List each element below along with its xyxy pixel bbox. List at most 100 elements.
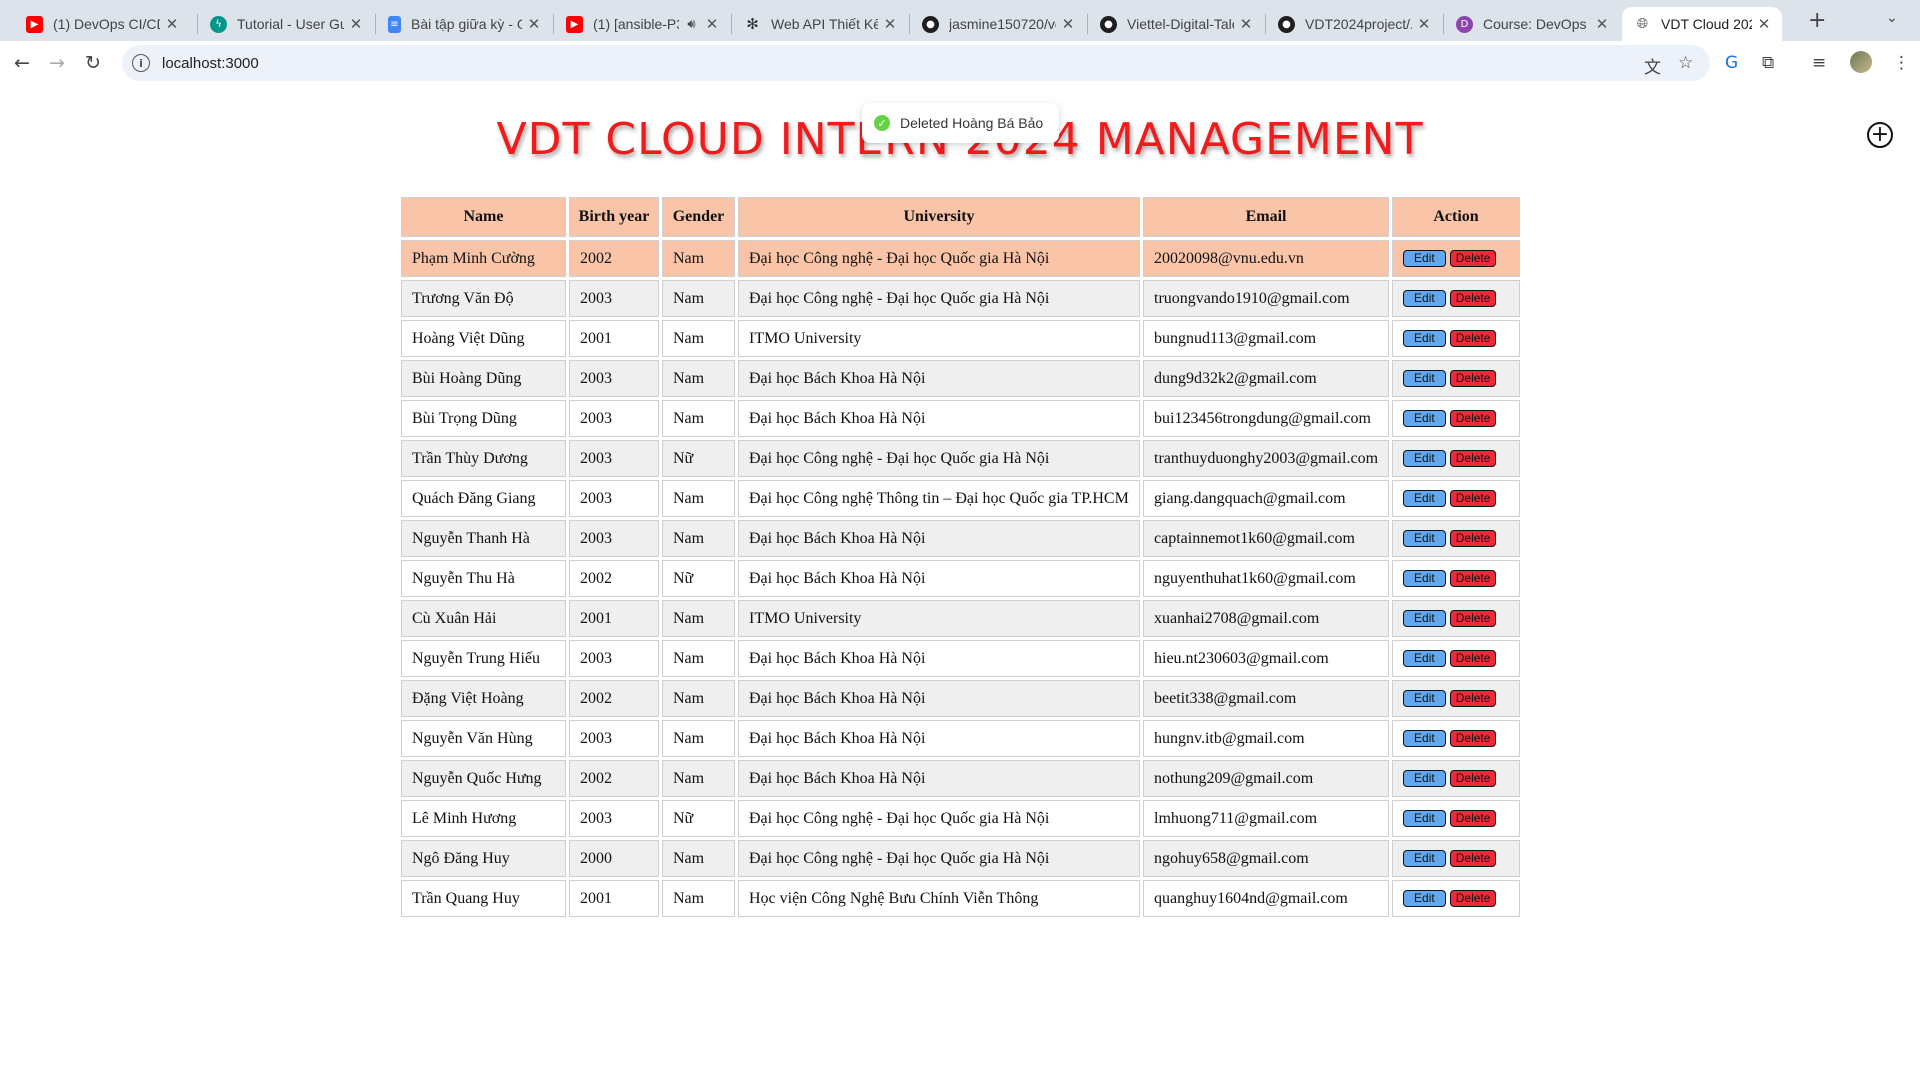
delete-button[interactable]: Delete	[1449, 410, 1497, 428]
edit-button[interactable]: Edit	[1403, 850, 1446, 868]
browser-tab[interactable]: ● VDT2024project/.g ✕	[1266, 7, 1442, 41]
delete-button[interactable]: Delete	[1449, 370, 1497, 388]
close-icon[interactable]: ✕	[1060, 15, 1076, 33]
table-row[interactable]: Trần Quang Huy 2001 Nam Học viện Công Nghệ …	[401, 880, 1521, 917]
browser-tab[interactable]: ▶ (1) DevOps CI/CD E ✕	[14, 7, 190, 41]
browser-tab[interactable]: ϟ Tutorial - User Guid ✕	[198, 7, 374, 41]
delete-button[interactable]: Delete	[1449, 730, 1497, 748]
table-row[interactable]: Nguyễn Trung Hiếu 2003 Nam Đại học Bách Kho…	[401, 640, 1521, 677]
delete-button[interactable]: Delete	[1449, 690, 1497, 708]
delete-button[interactable]: Delete	[1449, 650, 1497, 668]
google-translate-extension-icon[interactable]: G	[1725, 53, 1738, 73]
delete-button[interactable]: Delete	[1449, 490, 1497, 508]
close-icon[interactable]: ✕	[1594, 15, 1610, 33]
address-bar-url[interactable]: localhost:3000	[162, 55, 259, 72]
cell-name: Đặng Việt Hoàng	[401, 680, 566, 717]
edit-button[interactable]: Edit	[1403, 330, 1446, 348]
extensions-puzzle-icon[interactable]: ⧉	[1762, 53, 1774, 73]
close-icon[interactable]: ✕	[1756, 15, 1772, 33]
edit-button[interactable]: Edit	[1403, 770, 1446, 788]
edit-button[interactable]: Edit	[1403, 650, 1446, 668]
translate-icon[interactable]: 文	[1644, 53, 1661, 78]
profile-avatar[interactable]	[1850, 51, 1872, 73]
browser-tab[interactable]: ▶ (1) [ansible-P3] 🔊︎ ✕	[554, 7, 730, 41]
table-row[interactable]: Nguyễn Thu Hà 2002 Nữ Đại học Bách Khoa Hà …	[401, 560, 1521, 597]
browser-tab[interactable]: ● Viettel-Digital-Tale ✕	[1088, 7, 1264, 41]
delete-button[interactable]: Delete	[1449, 450, 1497, 468]
table-row[interactable]: Lê Minh Hương 2003 Nữ Đại học Công nghệ - Đ…	[401, 800, 1521, 837]
reload-icon[interactable]: ↻	[79, 49, 107, 77]
new-tab-icon[interactable]: +	[1808, 8, 1826, 33]
browser-tab[interactable]: D Course: DevOps Bo ✕	[1444, 7, 1620, 41]
back-icon[interactable]: ←	[8, 49, 36, 77]
table-row[interactable]: Bùi Trọng Dũng 2003 Nam Đại học Bách Khoa H…	[401, 400, 1521, 437]
table-row[interactable]: Cù Xuân Hải 2001 Nam ITMO University xuanhai…	[401, 600, 1521, 637]
delete-button[interactable]: Delete	[1449, 810, 1497, 828]
edit-button[interactable]: Edit	[1403, 290, 1446, 308]
reading-list-icon[interactable]: ≡	[1812, 53, 1826, 73]
browser-tab[interactable]: ✻ Web API Thiết Kế E ✕	[732, 7, 908, 41]
edit-button[interactable]: Edit	[1403, 890, 1446, 908]
add-student-button[interactable]: +	[1867, 122, 1893, 148]
delete-button[interactable]: Delete	[1449, 570, 1497, 588]
delete-button[interactable]: Delete	[1449, 290, 1497, 308]
cell-university: Đại học Bách Khoa Hà Nội	[738, 680, 1140, 717]
cell-name: Trần Thùy Dương	[401, 440, 566, 477]
fastapi-icon: ϟ	[210, 15, 227, 33]
bookmark-star-icon[interactable]: ☆	[1678, 53, 1693, 73]
browser-tab[interactable]: ≡ Bài tập giữa kỳ - Go ✕	[376, 7, 552, 41]
table-row[interactable]: Nguyễn Quốc Hưng 2002 Nam Đại học Bách Khoa…	[401, 760, 1521, 797]
edit-button[interactable]: Edit	[1403, 530, 1446, 548]
address-bar[interactable]: i localhost:3000 文 ☆	[122, 45, 1710, 81]
edit-button[interactable]: Edit	[1403, 370, 1446, 388]
table-row[interactable]: Nguyễn Văn Hùng 2003 Nam Đại học Bách Khoa …	[401, 720, 1521, 757]
close-icon[interactable]: ✕	[1416, 15, 1432, 33]
forward-icon[interactable]: →	[43, 49, 71, 77]
edit-button[interactable]: Edit	[1403, 410, 1446, 428]
edit-button[interactable]: Edit	[1403, 690, 1446, 708]
browser-tab-active[interactable]: 🌐︎ VDT Cloud 2024 ✕	[1622, 7, 1782, 41]
column-header-university: University	[738, 197, 1140, 237]
edit-button[interactable]: Edit	[1403, 730, 1446, 748]
edit-button[interactable]: Edit	[1403, 450, 1446, 468]
delete-button[interactable]: Delete	[1449, 530, 1497, 548]
browser-tab[interactable]: ● jasmine150720/vdt ✕	[910, 7, 1086, 41]
close-icon[interactable]: ✕	[164, 15, 180, 33]
table-row[interactable]: Bùi Hoàng Dũng 2003 Nam Đại học Bách Khoa H…	[401, 360, 1521, 397]
cell-actions: Edit Delete	[1392, 840, 1521, 877]
youtube-icon: ▶	[566, 15, 583, 33]
edit-button[interactable]: Edit	[1403, 570, 1446, 588]
delete-button[interactable]: Delete	[1449, 850, 1497, 868]
close-icon[interactable]: ✕	[348, 15, 364, 33]
site-info-icon[interactable]: i	[132, 54, 150, 72]
edit-button[interactable]: Edit	[1403, 490, 1446, 508]
close-icon[interactable]: ✕	[526, 15, 542, 33]
cell-actions: Edit Delete	[1392, 760, 1521, 797]
table-row[interactable]: Phạm Minh Cường 2002 Nam Đại học Công nghệ …	[401, 240, 1521, 277]
table-row[interactable]: Đặng Việt Hoàng 2002 Nam Đại học Bách Khoa …	[401, 680, 1521, 717]
cell-name: Quách Đăng Giang	[401, 480, 566, 517]
table-row[interactable]: Hoàng Việt Dũng 2001 Nam ITMO University bun…	[401, 320, 1521, 357]
table-row[interactable]: Ngô Đăng Huy 2000 Nam Đại học Công nghệ - Đ…	[401, 840, 1521, 877]
cell-actions: Edit Delete	[1392, 360, 1521, 397]
chevron-down-icon[interactable]: ⌄	[1886, 10, 1898, 26]
close-icon[interactable]: ✕	[1238, 15, 1254, 33]
close-icon[interactable]: ✕	[704, 15, 720, 33]
cell-university: Đại học Công nghệ - Đại học Quốc gia Hà …	[738, 440, 1140, 477]
delete-button[interactable]: Delete	[1449, 610, 1497, 628]
table-row[interactable]: Trần Thùy Dương 2003 Nữ Đại học Công nghệ -…	[401, 440, 1521, 477]
cell-email: captainnemot1k60@gmail.com	[1143, 520, 1390, 557]
table-row[interactable]: Trương Văn Độ 2003 Nam Đại học Công nghệ - …	[401, 280, 1521, 317]
edit-button[interactable]: Edit	[1403, 610, 1446, 628]
delete-button[interactable]: Delete	[1449, 770, 1497, 788]
close-icon[interactable]: ✕	[882, 15, 898, 33]
delete-button[interactable]: Delete	[1449, 250, 1497, 268]
table-row[interactable]: Nguyễn Thanh Hà 2003 Nam Đại học Bách Khoa …	[401, 520, 1521, 557]
delete-button[interactable]: Delete	[1449, 890, 1497, 908]
more-menu-icon[interactable]: ⋮	[1893, 53, 1910, 73]
edit-button[interactable]: Edit	[1403, 250, 1446, 268]
table-row[interactable]: Quách Đăng Giang 2003 Nam Đại học Công nghệ…	[401, 480, 1521, 517]
cell-actions: Edit Delete	[1392, 240, 1521, 277]
edit-button[interactable]: Edit	[1403, 810, 1446, 828]
delete-button[interactable]: Delete	[1449, 330, 1497, 348]
